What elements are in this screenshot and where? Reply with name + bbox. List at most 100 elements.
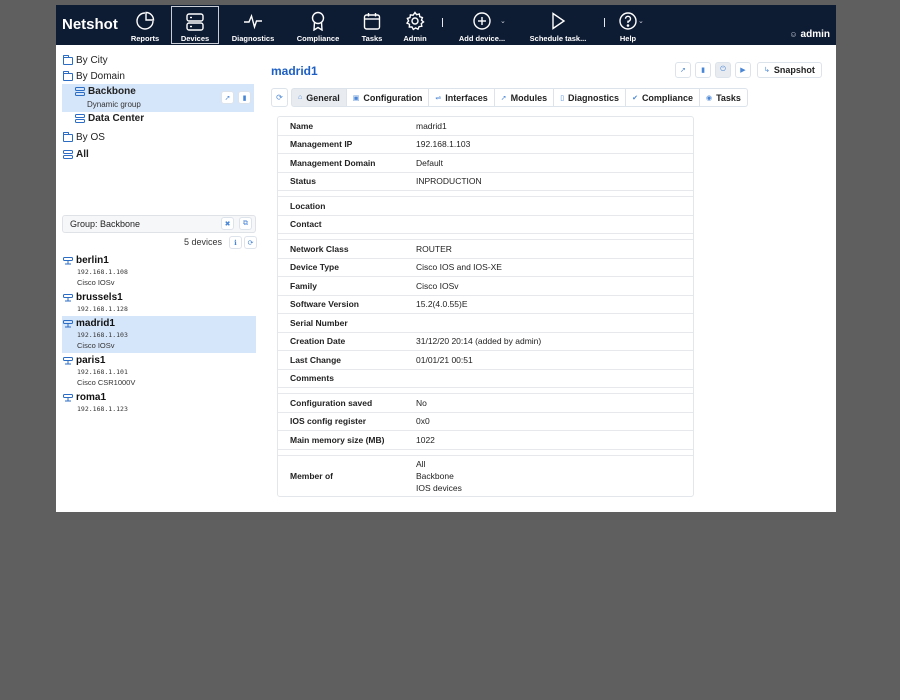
nav-separator — [604, 18, 605, 27]
snapshot-arrow-icon: ↳ — [764, 67, 770, 74]
device-title: madrid1 — [271, 64, 318, 78]
power-icon: ⏻ — [720, 66, 726, 73]
property-row: Serial Number — [278, 314, 693, 333]
pie-chart-icon — [134, 10, 156, 32]
tree-group-all[interactable]: All — [63, 149, 89, 160]
delete-group-button[interactable]: ▮ — [238, 91, 251, 104]
calendar-icon — [361, 10, 383, 32]
property-row: Status INPRODUCTION — [278, 173, 693, 191]
folder-icon — [63, 131, 73, 142]
group-icon — [63, 150, 73, 159]
tab-general[interactable]: ⌂ General — [291, 88, 347, 107]
nav-reports[interactable]: Reports — [128, 6, 162, 44]
device-list-item-roma1[interactable]: roma1 192.168.1.123 — [62, 390, 256, 416]
device-list-item-berlin1[interactable]: berlin1 192.168.1.108 Cisco IOSv — [62, 253, 256, 289]
nav-schedule-task[interactable]: Schedule task... — [526, 6, 590, 44]
nav-add-device[interactable]: Add device... — [456, 6, 508, 44]
group-label-row: Backbone — [75, 86, 136, 97]
gear-icon — [404, 10, 426, 32]
home-icon: ⌂ — [298, 94, 303, 101]
edit-group-button[interactable]: ➚ — [221, 91, 234, 104]
device-list-item-madrid1[interactable]: madrid1 192.168.1.103 Cisco IOSv — [62, 316, 256, 353]
property-row: Management Domain Default — [278, 154, 693, 173]
clipboard-icon: ▯ — [560, 94, 565, 102]
clear-filter-button[interactable]: ✖ — [221, 217, 234, 230]
info-icon: ℹ — [234, 239, 237, 247]
nav-devices[interactable]: Devices — [171, 6, 219, 44]
group-icon — [75, 87, 85, 96]
delete-device-button[interactable]: ▮ — [695, 62, 711, 78]
export-button[interactable]: ⧉ — [239, 217, 252, 230]
play-icon: ▶ — [740, 67, 746, 74]
network-device-icon — [63, 394, 73, 402]
group-subtitle: Dynamic group — [87, 100, 141, 109]
refresh-icon: ⟳ — [276, 93, 283, 102]
tree-folder-by-city[interactable]: By City — [63, 54, 108, 66]
netshot-app: Netshot Reports Devices Diagnostics Comp… — [56, 5, 836, 512]
tree-group-backbone[interactable]: Backbone Dynamic group ➚ ▮ — [62, 84, 254, 112]
nav-compliance[interactable]: Compliance — [294, 6, 342, 44]
property-row: Configuration saved No — [278, 394, 693, 413]
network-device-icon — [63, 294, 73, 302]
refresh-list-button[interactable]: ⟳ — [244, 236, 257, 249]
award-icon — [307, 10, 329, 32]
wrench-icon: ➚ — [680, 67, 686, 74]
run-script-button[interactable]: ▶ — [735, 62, 751, 78]
user-menu[interactable]: ☺ admin — [789, 29, 830, 40]
tree-folder-by-os[interactable]: By OS — [63, 131, 105, 143]
property-row: Management IP 192.168.1.103 — [278, 136, 693, 154]
server-icon — [184, 11, 206, 32]
plus-circle-icon — [471, 10, 493, 32]
refresh-device-button[interactable]: ⟳ — [271, 88, 288, 107]
property-row: Main memory size (MB) 1022 — [278, 431, 693, 450]
property-row: Last Change 01/01/21 00:51 — [278, 351, 693, 370]
disable-device-button[interactable]: ⏻ — [715, 62, 731, 78]
chevron-down-icon[interactable]: ⌄ — [500, 17, 506, 25]
help-circle-icon — [617, 10, 639, 32]
device-tabs: ⟳ ⌂ General ▣ Configuration ⇌ Interfaces… — [271, 88, 748, 107]
tasks-icon: ◉ — [705, 94, 713, 102]
close-icon: ✖ — [224, 220, 231, 228]
property-row: Location — [278, 197, 693, 216]
tab-tasks[interactable]: ◉ Tasks — [699, 88, 748, 107]
property-row: Network Class ROUTER — [278, 240, 693, 259]
trash-icon: ▮ — [701, 67, 705, 74]
tab-modules[interactable]: ➚ Modules — [494, 88, 555, 107]
chevron-down-icon[interactable]: ⌄ — [638, 17, 644, 25]
file-icon: ▣ — [352, 94, 360, 102]
snapshot-button[interactable]: ↳ Snapshot — [757, 62, 822, 78]
folder-icon — [63, 54, 73, 65]
tab-diagnostics[interactable]: ▯ Diagnostics — [554, 88, 627, 107]
nav-tasks[interactable]: Tasks — [358, 6, 386, 44]
info-button[interactable]: ℹ — [229, 236, 242, 249]
nav-admin[interactable]: Admin — [401, 6, 429, 44]
device-detail-pane: madrid1 ➚ ▮ ⏻ ▶ ↳ Snapshot ⟳ ⌂ General ▣ — [266, 45, 836, 512]
brand-logo: Netshot — [62, 16, 118, 33]
tree-group-data-center[interactable]: Data Center — [75, 113, 144, 124]
member-of-list: All Backbone IOS devices — [416, 458, 462, 494]
member-group: Backbone — [416, 470, 454, 481]
copy-icon: ⧉ — [243, 219, 248, 227]
edit-device-button[interactable]: ➚ — [675, 62, 691, 78]
tab-configuration[interactable]: ▣ Configuration — [346, 88, 430, 107]
nav-help[interactable]: Help — [616, 6, 640, 44]
member-group: IOS devices — [416, 482, 462, 493]
network-device-icon — [63, 257, 73, 265]
left-pane: By City By Domain Backbone Dynamic group… — [56, 45, 266, 512]
nav-diagnostics[interactable]: Diagnostics — [228, 6, 278, 44]
wrench-icon: ➚ — [224, 94, 231, 102]
tab-compliance[interactable]: ✔ Compliance — [626, 88, 700, 107]
property-row-member-of: Member of All Backbone IOS devices — [290, 458, 462, 494]
trash-icon: ▮ — [242, 94, 247, 102]
group-filter-label: Group: Backbone — [70, 219, 141, 229]
member-group: All — [416, 458, 426, 469]
tab-interfaces[interactable]: ⇌ Interfaces — [429, 88, 495, 107]
device-list-item-brussels1[interactable]: brussels1 192.168.1.128 — [62, 290, 256, 316]
property-row: Comments — [278, 370, 693, 388]
device-list-item-paris1[interactable]: paris1 192.168.1.101 Cisco CSR1000V — [62, 353, 256, 390]
network-device-icon — [63, 357, 73, 365]
device-properties-table: Name madrid1 Management IP 192.168.1.103 M… — [277, 116, 694, 497]
pulse-icon — [242, 10, 264, 32]
tree-folder-by-domain[interactable]: By Domain — [63, 70, 125, 82]
network-device-icon — [63, 320, 73, 328]
